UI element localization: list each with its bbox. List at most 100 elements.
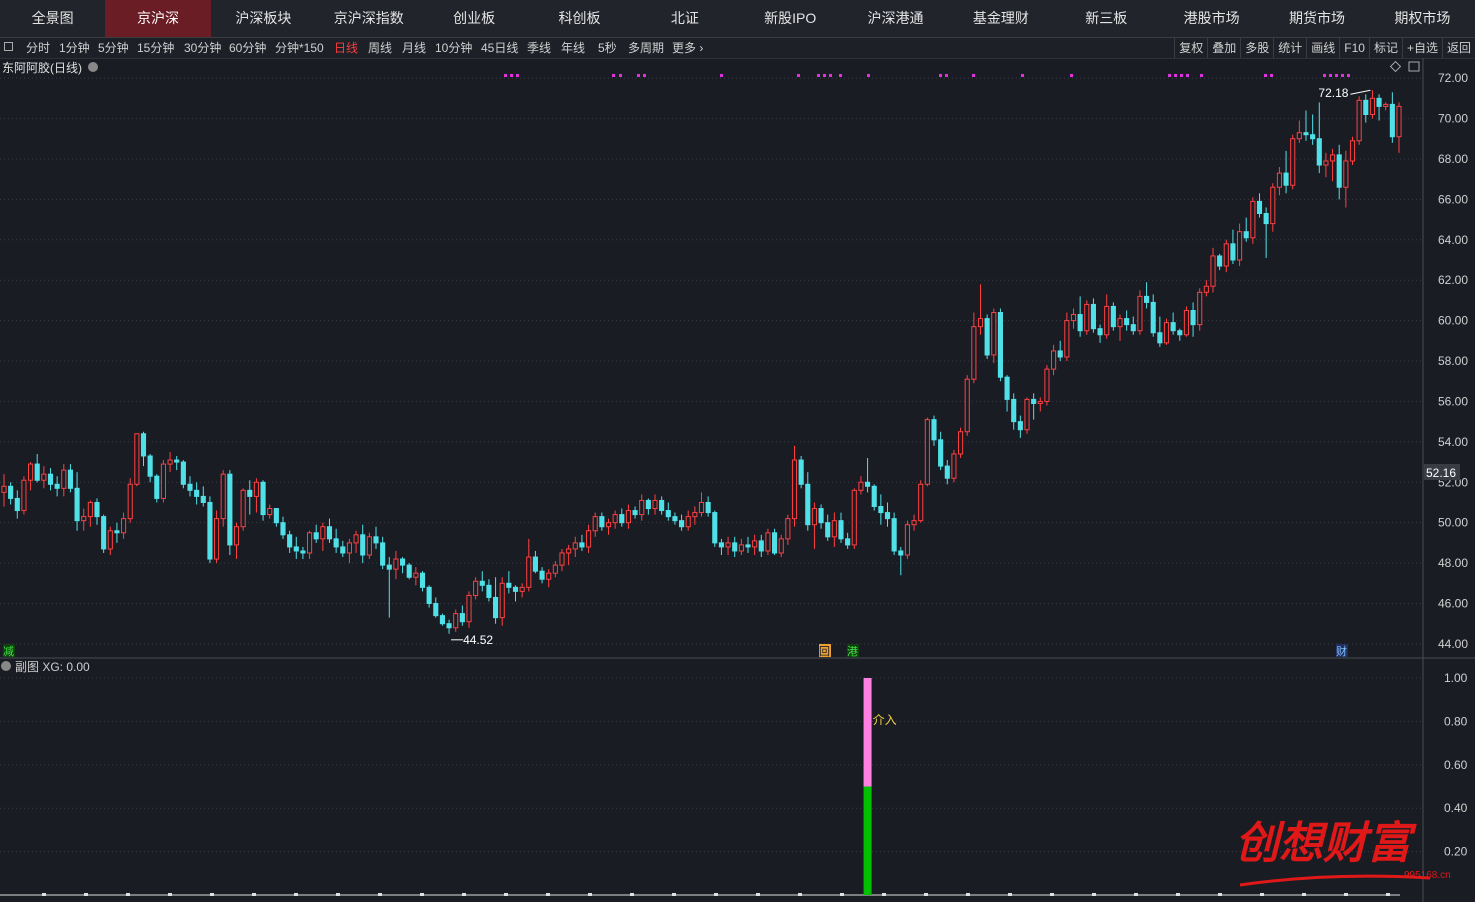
candle-body (931, 419, 937, 441)
candle-body (54, 483, 60, 489)
candle-body (1336, 154, 1342, 188)
candle-body (679, 520, 685, 528)
event-dot (867, 74, 870, 77)
candle-body (1356, 99, 1362, 142)
candle-body (586, 530, 592, 548)
candle-body (552, 564, 558, 574)
candle-body (1024, 398, 1030, 431)
candle-body (924, 419, 930, 485)
candle-body (1203, 285, 1209, 293)
candle-body (665, 510, 671, 518)
event-dot (797, 74, 800, 77)
candle-body (652, 499, 658, 510)
candle-body (1163, 322, 1170, 344)
candle-body (805, 483, 811, 526)
candle-body (911, 520, 917, 526)
sub-baseline-tick (84, 893, 88, 896)
kline-chart[interactable]: 72.00 70.00 68.00 66.00 64.00 62.00 60.00 58.00… (0, 0, 1475, 902)
sub-axis-label: 0.80 (1444, 714, 1468, 728)
sub-dropdown-icon[interactable] (1, 661, 11, 671)
signal-bar-top (863, 678, 872, 787)
candle-body (1210, 255, 1216, 287)
candle-body (439, 615, 445, 625)
candle-body (1383, 103, 1389, 107)
price-axis-label: 56.00 (1438, 394, 1468, 408)
sub-baseline-tick (168, 893, 172, 896)
sub-baseline-tick (798, 893, 802, 896)
candle-body (526, 556, 532, 588)
event-marker-cai: 财 (1336, 644, 1347, 658)
candle-body (94, 501, 100, 518)
candle-body (1177, 330, 1183, 336)
candle-body (944, 465, 950, 479)
price-axis-label: 66.00 (1438, 192, 1468, 206)
sub-baseline-tick (210, 893, 214, 896)
candle-body (1124, 318, 1130, 326)
candle-body (718, 542, 724, 548)
candle-body (267, 508, 273, 516)
candle-body (572, 542, 578, 550)
candle-body (160, 463, 166, 499)
event-dot (637, 74, 640, 77)
candle-body (134, 433, 140, 485)
sub-baseline-tick (294, 893, 298, 896)
candle-body (1323, 160, 1329, 166)
candle-body (566, 548, 572, 554)
sub-baseline-tick (42, 893, 46, 896)
candle-body (971, 326, 977, 380)
candle-body (772, 532, 778, 554)
candle-body (1296, 132, 1302, 140)
candle-body (1223, 243, 1229, 267)
candle-body (466, 594, 472, 623)
sub-baseline-tick (1092, 893, 1096, 896)
event-dot (1341, 74, 1344, 77)
candle-body (559, 552, 565, 566)
candle-body (1183, 310, 1189, 336)
title-dropdown-icon[interactable] (88, 62, 98, 72)
candle-body (214, 518, 220, 560)
watermark-url: 995168.cn (1404, 870, 1451, 881)
candle-body (293, 546, 299, 552)
event-dot (839, 74, 842, 77)
sub-baseline-tick (1260, 893, 1264, 896)
window-icon[interactable] (1408, 61, 1420, 72)
candle-body (785, 518, 791, 540)
candle-body (333, 538, 339, 548)
candle-body (200, 495, 206, 503)
sub-baseline-tick (504, 893, 508, 896)
event-marker-jian: 减 (3, 645, 14, 658)
candle-body (114, 530, 120, 534)
candle-body (964, 378, 970, 433)
watermark-text: 创想财富 (1235, 818, 1417, 869)
candle-body (499, 582, 505, 619)
candle-body (67, 469, 73, 489)
event-dot (1323, 74, 1326, 77)
candle-body (1070, 314, 1077, 322)
candle-body (958, 431, 964, 455)
candle-body (605, 522, 612, 528)
candle-body (1170, 322, 1176, 332)
sub-baseline-tick (1134, 893, 1138, 896)
signal-bar-bottom (863, 786, 872, 895)
candle-body (1011, 398, 1017, 423)
price-axis-label: 62.00 (1438, 273, 1468, 287)
sub-baseline-tick (1050, 893, 1054, 896)
candle-body (705, 501, 711, 514)
candle-body (14, 497, 20, 512)
candle-body (1290, 138, 1296, 186)
candle-body (446, 623, 452, 629)
sub-baseline-tick (714, 893, 718, 896)
candle-body (1117, 318, 1123, 328)
candle-body (858, 481, 864, 491)
candle-body (1104, 305, 1110, 336)
price-axis-label: 70.00 (1438, 112, 1468, 126)
event-dot (619, 74, 622, 77)
candle-body (1157, 332, 1163, 344)
candle-body (260, 481, 266, 516)
candle-body (878, 506, 884, 514)
diamond-icon[interactable] (1389, 60, 1402, 73)
candle-body (307, 532, 313, 554)
candle-body (61, 469, 67, 489)
candle-body (512, 586, 519, 592)
event-dot (939, 74, 942, 77)
